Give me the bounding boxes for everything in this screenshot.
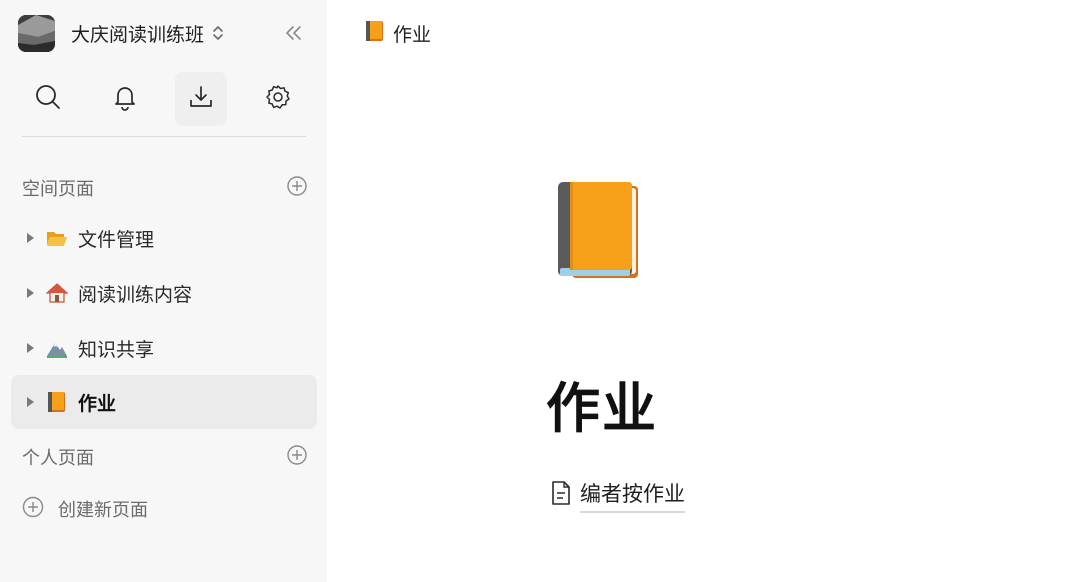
workspace-header[interactable]: 大庆阅读训练班 — [18, 14, 224, 52]
page-title: 作业 — [546, 377, 658, 440]
sidebar-item-reading-training[interactable]: 阅读训练内容 — [11, 266, 317, 320]
sidebar-item-label: 知识共享 — [78, 338, 155, 361]
space-pages-label: 空间页面 — [22, 179, 94, 200]
expand-caret-icon[interactable] — [27, 288, 34, 298]
document-icon — [550, 480, 572, 510]
sidebar-item-file-management[interactable]: 文件管理 — [11, 211, 317, 265]
sidebar-item-homework[interactable]: 作业 — [11, 375, 317, 429]
sidebar-item-label: 作业 — [78, 392, 117, 415]
open-folder-icon — [46, 227, 68, 249]
plus-circle-icon — [22, 496, 44, 522]
create-page-label: 创建新页面 — [58, 500, 148, 521]
mountain-icon — [46, 337, 68, 359]
sidebar-item-label: 阅读训练内容 — [78, 283, 193, 306]
orange-book-icon — [46, 391, 68, 413]
search-icon — [34, 83, 62, 115]
notifications-button[interactable] — [99, 72, 151, 126]
workspace-name: 大庆阅读训练班 — [71, 23, 205, 46]
collapse-sidebar-icon[interactable] — [282, 22, 306, 44]
sidebar-divider — [22, 136, 306, 137]
personal-pages-label: 个人页面 — [22, 448, 94, 469]
create-page-button[interactable]: 创建新页面 — [22, 496, 148, 522]
expand-caret-icon[interactable] — [27, 343, 34, 353]
expand-caret-icon[interactable] — [27, 233, 34, 243]
bell-icon — [111, 83, 139, 115]
add-space-page-icon[interactable] — [286, 175, 308, 197]
page-icon[interactable] — [552, 180, 644, 284]
sidebar-item-label: 文件管理 — [78, 228, 155, 251]
workspace-switch-icon[interactable] — [212, 24, 224, 42]
subpage-label: 编者按作业 — [580, 478, 685, 513]
orange-book-icon — [365, 20, 385, 46]
breadcrumb[interactable]: 作业 — [365, 20, 431, 46]
settings-button[interactable] — [252, 72, 304, 126]
subpage-link[interactable]: 编者按作业 — [550, 478, 685, 513]
gear-icon — [264, 83, 292, 115]
sidebar: 大庆阅读训练班 空间页面 文件管理 阅读训练内容 知识共享 作业 个人页面 创建… — [0, 0, 327, 582]
add-personal-page-icon[interactable] — [286, 444, 308, 466]
sidebar-item-knowledge-sharing[interactable]: 知识共享 — [11, 321, 317, 375]
search-button[interactable] — [22, 72, 74, 126]
download-icon — [187, 83, 215, 115]
house-icon — [46, 282, 68, 304]
workspace-avatar — [18, 14, 55, 52]
orange-book-icon — [558, 182, 638, 278]
sidebar-toolbar — [0, 72, 327, 126]
download-button[interactable] — [175, 72, 227, 126]
expand-caret-icon[interactable] — [27, 397, 34, 407]
breadcrumb-label: 作业 — [393, 23, 432, 46]
